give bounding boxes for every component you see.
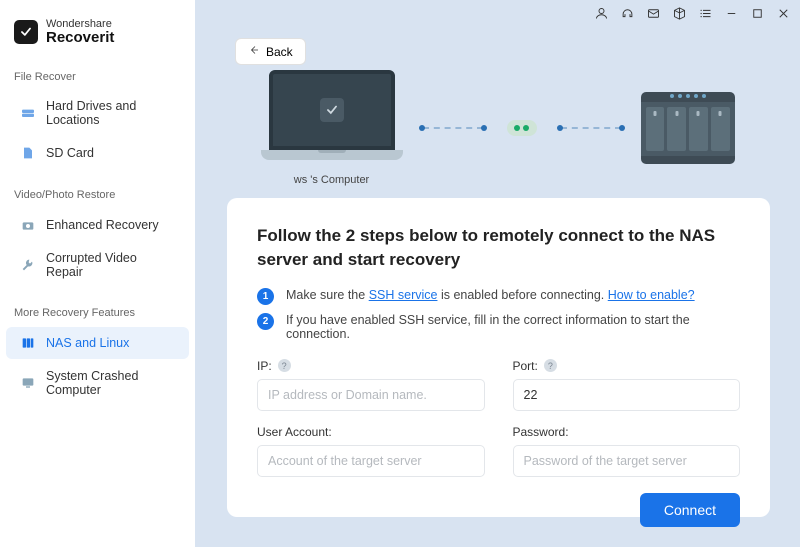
- sidebar-item-label: Enhanced Recovery: [46, 218, 159, 232]
- hdd-icon: [20, 105, 36, 121]
- sdcard-icon: [20, 145, 36, 161]
- connection-line: [561, 127, 621, 129]
- logo-icon: [14, 20, 38, 44]
- sidebar-item-label: System Crashed Computer: [46, 369, 175, 397]
- port-input[interactable]: [513, 379, 741, 411]
- sidebar-item-nas-linux[interactable]: NAS and Linux: [6, 327, 189, 359]
- section-label: Video/Photo Restore: [0, 171, 195, 207]
- ip-label: IP:: [257, 359, 272, 373]
- cube-icon[interactable]: [670, 4, 688, 22]
- section-label: File Recover: [0, 53, 195, 89]
- connect-button[interactable]: Connect: [640, 493, 740, 527]
- sidebar-item-label: NAS and Linux: [46, 336, 129, 350]
- how-to-enable-link[interactable]: How to enable?: [608, 288, 695, 302]
- port-label: Port:: [513, 359, 538, 373]
- illustration-stage: ws 's Computer: [195, 0, 800, 198]
- panel-heading: Follow the 2 steps below to remotely con…: [257, 224, 740, 272]
- titlebar: [592, 4, 792, 22]
- ip-field-group: IP:?: [257, 359, 485, 411]
- user-icon[interactable]: [592, 4, 610, 22]
- back-label: Back: [266, 45, 293, 59]
- computer-label: ws 's Computer: [261, 174, 403, 186]
- help-icon[interactable]: ?: [544, 359, 557, 372]
- connection-line: [423, 127, 483, 129]
- headset-icon[interactable]: [618, 4, 636, 22]
- step-1: 1 Make sure the SSH service is enabled b…: [257, 288, 740, 305]
- main: Back ws 's Computer: [195, 0, 800, 547]
- list-icon[interactable]: [696, 4, 714, 22]
- help-icon[interactable]: ?: [278, 359, 291, 372]
- sidebar-item-hard-drives[interactable]: Hard Drives and Locations: [6, 91, 189, 135]
- minimize-icon[interactable]: [722, 4, 740, 22]
- sidebar-item-label: Corrupted Video Repair: [46, 251, 175, 279]
- monitor-icon: [20, 375, 36, 391]
- laptop-icon: [261, 70, 403, 168]
- step-2: 2 If you have enabled SSH service, fill …: [257, 313, 740, 341]
- wrench-icon: [20, 257, 36, 273]
- sidebar-item-corrupted-video[interactable]: Corrupted Video Repair: [6, 243, 189, 287]
- brand-line2: Recoverit: [46, 30, 114, 47]
- sidebar-item-label: Hard Drives and Locations: [46, 99, 175, 127]
- section-label: More Recovery Features: [0, 289, 195, 325]
- step-badge-2: 2: [257, 313, 274, 330]
- password-field-group: Password:: [513, 425, 741, 477]
- back-button[interactable]: Back: [235, 38, 306, 65]
- connection-panel: Follow the 2 steps below to remotely con…: [227, 198, 770, 517]
- password-label: Password:: [513, 425, 569, 439]
- sidebar-item-label: SD Card: [46, 146, 94, 160]
- maximize-icon[interactable]: [748, 4, 766, 22]
- ssh-service-link[interactable]: SSH service: [369, 288, 438, 302]
- connection-chip-icon: [507, 120, 537, 136]
- port-field-group: Port:?: [513, 359, 741, 411]
- user-input[interactable]: [257, 445, 485, 477]
- sidebar-item-system-crashed[interactable]: System Crashed Computer: [6, 361, 189, 405]
- camera-icon: [20, 217, 36, 233]
- step-badge-1: 1: [257, 288, 274, 305]
- logo: Wondershare Recoverit: [0, 18, 195, 53]
- sidebar-item-sd-card[interactable]: SD Card: [6, 137, 189, 169]
- close-icon[interactable]: [774, 4, 792, 22]
- sidebar: Wondershare Recoverit File Recover Hard …: [0, 0, 195, 547]
- user-field-group: User Account:: [257, 425, 485, 477]
- sidebar-item-enhanced-recovery[interactable]: Enhanced Recovery: [6, 209, 189, 241]
- step-text: is enabled before connecting.: [437, 288, 607, 302]
- user-label: User Account:: [257, 425, 332, 439]
- nas-icon: [20, 335, 36, 351]
- password-input[interactable]: [513, 445, 741, 477]
- mail-icon[interactable]: [644, 4, 662, 22]
- arrow-left-icon: [248, 44, 260, 59]
- step-text: If you have enabled SSH service, fill in…: [286, 313, 740, 341]
- ip-input[interactable]: [257, 379, 485, 411]
- step-text: Make sure the: [286, 288, 369, 302]
- nas-device-icon: [641, 92, 735, 164]
